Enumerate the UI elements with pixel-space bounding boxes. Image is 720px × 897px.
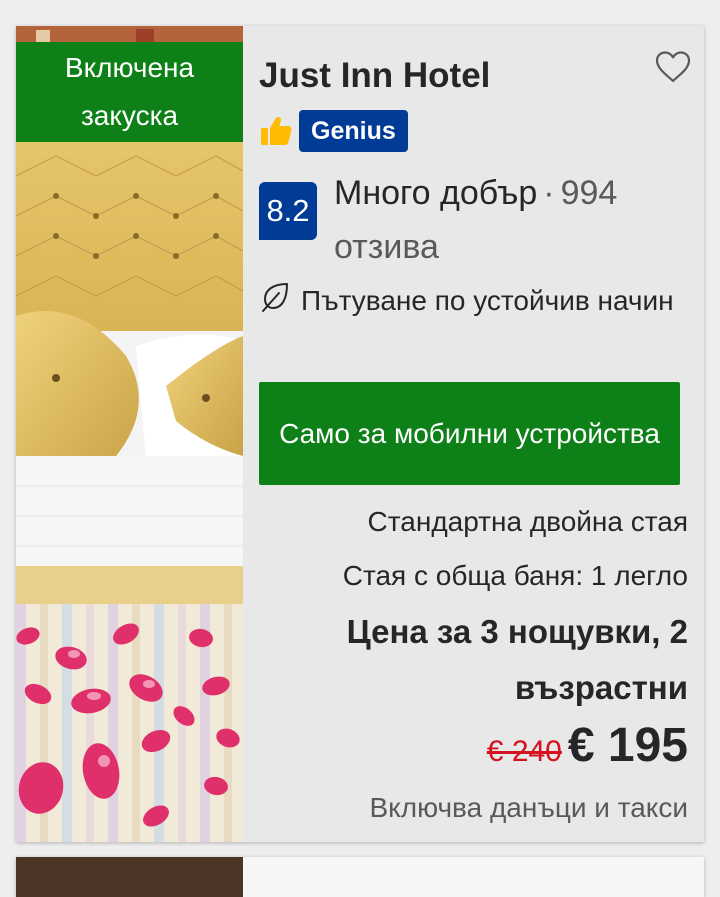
taxes-note: Включва данъци и такси <box>369 792 689 823</box>
mobile-only-deal-badge: Само за мобилни устройства <box>259 382 680 485</box>
genius-row: Genius <box>259 110 408 152</box>
hotel-card[interactable]: Включена закуска Just Inn Hotel Genius 8… <box>16 26 704 842</box>
heart-outline-icon[interactable] <box>654 50 692 84</box>
thumbs-up-icon <box>261 116 292 145</box>
rating-summary: Много добър · 994 отзива <box>334 166 694 274</box>
leaf-icon <box>262 283 288 312</box>
genius-logo: Genius <box>299 110 408 152</box>
price-for-stay: Цена за 3 нощувки, 2 възрастни <box>346 613 688 706</box>
hotel-name[interactable]: Just Inn Hotel <box>259 56 490 96</box>
old-price: € 240 <box>486 735 562 768</box>
sustainability-label: Пътуване по устойчив начин <box>301 285 674 316</box>
breakfast-included-badge: Включена закуска <box>16 42 243 142</box>
next-hotel-photo[interactable] <box>16 857 243 897</box>
room-detail: Стая с обща баня: 1 легло <box>342 560 688 591</box>
hotel-info: Just Inn Hotel Genius 8.2 Много добър · 99… <box>259 26 704 842</box>
next-hotel-card[interactable] <box>16 857 704 897</box>
price-row: € 240 € 195 <box>487 718 688 773</box>
rating-separator: · <box>543 174 555 212</box>
current-price: € 195 <box>567 719 688 772</box>
hotel-room-image <box>16 26 243 842</box>
review-score-badge: 8.2 <box>259 182 317 240</box>
hotel-photo[interactable]: Включена закуска <box>16 26 243 842</box>
sustainability-row: Пътуване по устойчив начин <box>259 276 679 326</box>
room-type: Стандартна двойна стая <box>367 506 688 537</box>
rating-word: Много добър <box>334 174 538 212</box>
